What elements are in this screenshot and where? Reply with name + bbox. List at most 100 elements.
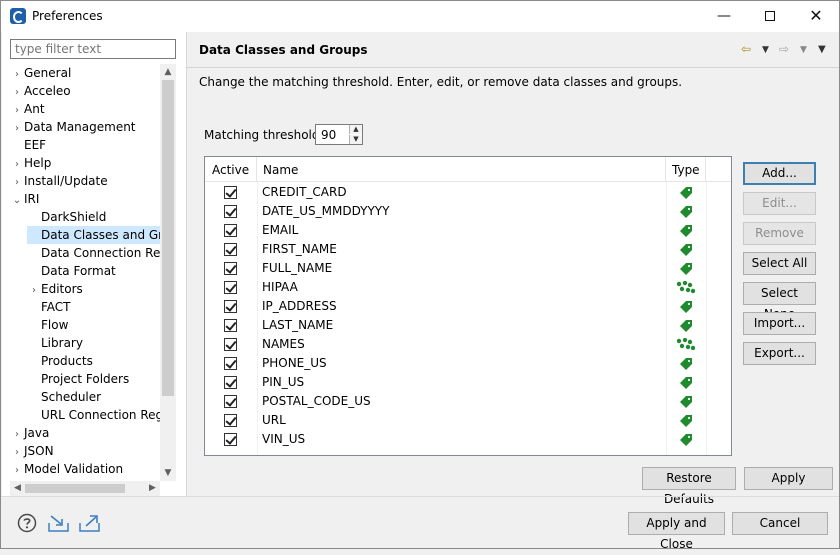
column-header-type[interactable]: Type: [666, 157, 706, 182]
active-checkbox[interactable]: [224, 243, 237, 256]
table-row[interactable]: URL: [205, 411, 731, 430]
tree-item[interactable]: Data Format: [27, 262, 116, 280]
select-none-button[interactable]: Select None: [743, 282, 816, 321]
apply-button[interactable]: Apply: [744, 467, 833, 490]
tree-item[interactable]: EEF: [10, 136, 46, 154]
tree-vertical-scrollbar[interactable]: ▲ ▼: [160, 64, 176, 481]
export-button[interactable]: Export...: [743, 342, 816, 365]
tree-item[interactable]: Data Classes and Groups: [27, 226, 160, 244]
tree-horizontal-scrollbar[interactable]: ◀ ▶: [10, 481, 160, 496]
table-row[interactable]: IP_ADDRESS: [205, 297, 731, 316]
threshold-value[interactable]: 90: [321, 128, 336, 142]
scrollbar-thumb[interactable]: [162, 80, 174, 396]
table-row[interactable]: LAST_NAME: [205, 316, 731, 335]
active-checkbox[interactable]: [224, 224, 237, 237]
table-row[interactable]: DATE_US_MMDDYYYY: [205, 202, 731, 221]
tree-item[interactable]: Products: [27, 352, 93, 370]
table-row[interactable]: FULL_NAME: [205, 259, 731, 278]
import-preferences-icon[interactable]: [47, 513, 71, 533]
table-row[interactable]: VIN_US: [205, 430, 731, 449]
active-checkbox[interactable]: [224, 262, 237, 275]
tree-item[interactable]: Flow: [27, 316, 68, 334]
add-button[interactable]: Add...: [743, 162, 816, 185]
tree-item[interactable]: › Ant: [10, 100, 45, 118]
tree-item[interactable]: › Model Validation: [10, 460, 123, 478]
maximize-button[interactable]: [747, 1, 793, 32]
remove-button[interactable]: Remove: [743, 222, 816, 245]
active-checkbox[interactable]: [224, 414, 237, 427]
apply-and-close-button[interactable]: Apply and Close: [628, 512, 725, 551]
scroll-up-icon[interactable]: ▲: [160, 64, 176, 80]
active-checkbox[interactable]: [224, 281, 237, 294]
threshold-spinner[interactable]: 90 ▲ ▼: [315, 124, 363, 145]
restore-defaults-button[interactable]: Restore Defaults: [642, 467, 736, 506]
tree-item[interactable]: FACT: [27, 298, 71, 316]
table-row[interactable]: POSTAL_CODE_US: [205, 392, 731, 411]
tree-item[interactable]: › Editors: [27, 280, 83, 298]
tree-item[interactable]: › Help: [10, 154, 51, 172]
active-checkbox[interactable]: [224, 433, 237, 446]
preference-tree: › General › Acceleo › Ant › Data Management EEF ›…: [10, 64, 160, 481]
table-row[interactable]: NAMES: [205, 335, 731, 354]
table-row[interactable]: HIPAA: [205, 278, 731, 297]
view-menu-icon[interactable]: ▼: [818, 44, 826, 55]
select-all-button[interactable]: Select All: [743, 252, 816, 275]
tree-item[interactable]: › Data Management: [10, 118, 136, 136]
tree-item[interactable]: URL Connection Registry: [27, 406, 160, 424]
scroll-down-icon[interactable]: ▼: [160, 465, 176, 481]
active-checkbox[interactable]: [224, 186, 237, 199]
tree-item[interactable]: › Java: [10, 424, 49, 442]
filter-input[interactable]: [10, 39, 176, 59]
expand-toggle-icon[interactable]: ›: [10, 462, 24, 480]
active-checkbox[interactable]: [224, 338, 237, 351]
back-arrow-icon[interactable]: ⇦: [741, 42, 751, 56]
table-row[interactable]: EMAIL: [205, 221, 731, 240]
import-button[interactable]: Import...: [743, 312, 816, 335]
tree-item[interactable]: › Install/Update: [10, 172, 108, 190]
data-class-name: POSTAL_CODE_US: [262, 394, 371, 408]
tree-item[interactable]: DarkShield: [27, 208, 106, 226]
table-row[interactable]: FIRST_NAME: [205, 240, 731, 259]
active-checkbox[interactable]: [224, 395, 237, 408]
tree-item[interactable]: Library: [27, 334, 83, 352]
expand-toggle-icon[interactable]: ⌄: [10, 192, 24, 210]
active-checkbox[interactable]: [224, 300, 237, 313]
table-row[interactable]: PHONE_US: [205, 354, 731, 373]
data-class-name: PIN_US: [262, 375, 305, 389]
active-checkbox[interactable]: [224, 376, 237, 389]
forward-history-dropdown-icon[interactable]: ▼: [800, 45, 807, 55]
column-header-active[interactable]: Active: [205, 157, 257, 182]
help-icon[interactable]: [17, 513, 37, 533]
forward-arrow-icon[interactable]: ⇨: [779, 42, 789, 56]
tree-item[interactable]: Data Connection Registry: [27, 244, 160, 262]
tree-item-label: URL Connection Registry: [41, 408, 160, 422]
scroll-left-icon[interactable]: ◀: [10, 481, 25, 496]
tree-item[interactable]: Scheduler: [27, 388, 101, 406]
spinner-up-icon[interactable]: ▲: [349, 125, 362, 134]
export-preferences-icon[interactable]: [78, 513, 102, 533]
data-class-name: FULL_NAME: [262, 261, 333, 275]
tree-item[interactable]: Project Folders: [27, 370, 129, 388]
table-row[interactable]: CREDIT_CARD: [205, 183, 731, 202]
column-header-name[interactable]: Name: [257, 157, 666, 182]
spinner-down-icon[interactable]: ▼: [349, 135, 362, 144]
active-checkbox[interactable]: [224, 357, 237, 370]
tree-item[interactable]: › JSON: [10, 442, 54, 460]
scrollbar-thumb[interactable]: [25, 484, 125, 493]
close-button[interactable]: ✕: [793, 1, 839, 32]
pane-divider[interactable]: [186, 32, 187, 496]
back-history-dropdown-icon[interactable]: ▼: [762, 45, 769, 55]
minimize-button[interactable]: —: [701, 1, 747, 32]
tree-item[interactable]: ⌄ IRI: [10, 190, 40, 210]
table-row[interactable]: PIN_US: [205, 373, 731, 392]
tree-item-label: IRI: [24, 192, 40, 206]
tree-item[interactable]: › General: [10, 64, 71, 82]
scroll-right-icon[interactable]: ▶: [145, 481, 160, 496]
tree-item[interactable]: › Acceleo: [10, 82, 71, 100]
active-checkbox[interactable]: [224, 319, 237, 332]
cancel-button[interactable]: Cancel: [732, 512, 828, 535]
active-checkbox[interactable]: [224, 205, 237, 218]
data-class-tag-icon: [680, 320, 692, 332]
table-header: Active Name Type: [205, 157, 731, 182]
edit-button[interactable]: Edit...: [743, 192, 816, 215]
